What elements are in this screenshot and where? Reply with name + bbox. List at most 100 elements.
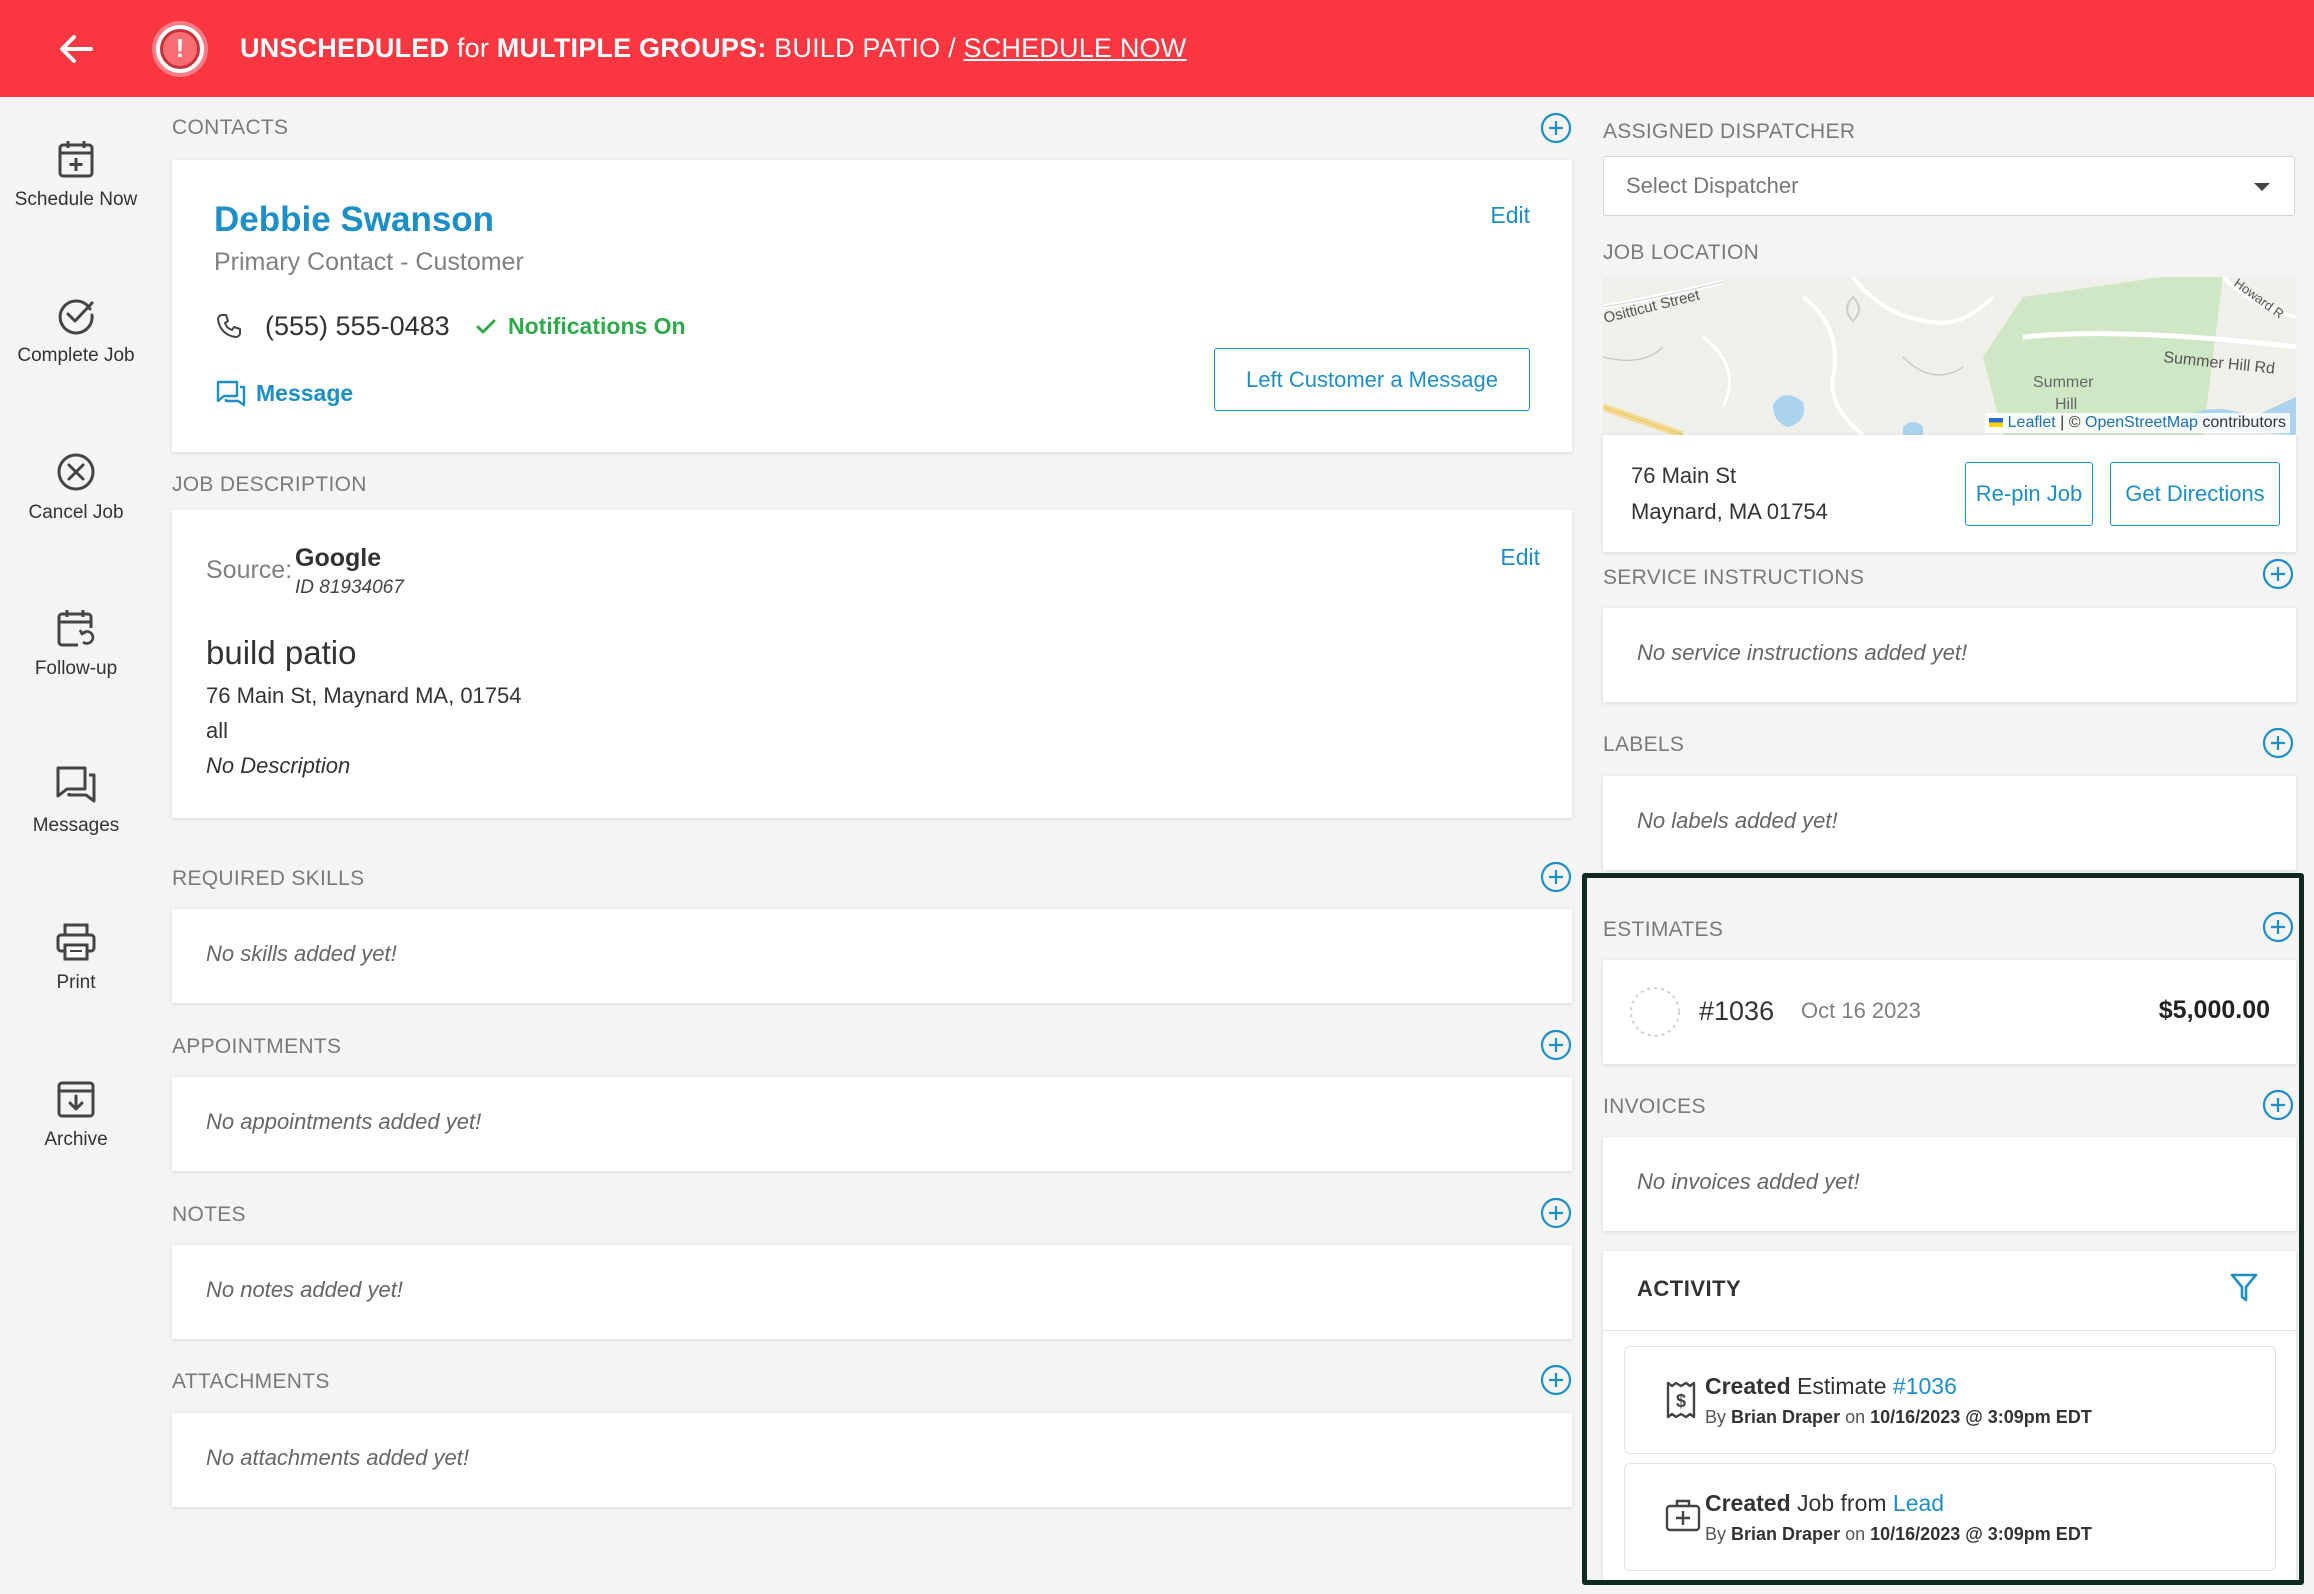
rail-label: Cancel Job xyxy=(28,502,124,523)
contact-phone[interactable]: (555) 555-0483 xyxy=(265,311,450,342)
message-icon[interactable] xyxy=(216,380,246,408)
estimate-date: Oct 16 2023 xyxy=(1801,998,1921,1023)
filter-icon[interactable] xyxy=(2230,1273,2258,1303)
archive-icon xyxy=(57,1081,95,1118)
banner-status: UNSCHEDULED xyxy=(240,33,450,63)
estimates-heading: ESTIMATES xyxy=(1603,918,1724,941)
printer-icon xyxy=(56,923,96,961)
invoices-empty-text: No invoices added yet! xyxy=(1637,1169,1860,1194)
leaflet-link[interactable]: Leaflet xyxy=(2008,414,2056,431)
add-estimate-plus-icon[interactable] xyxy=(2262,911,2294,943)
activity-heading: ACTIVITY xyxy=(1637,1276,1742,1301)
activity-item: Created Job from Lead By Brian Draper on… xyxy=(1624,1463,2276,1571)
contact-card: Debbie Swanson Primary Contact - Custome… xyxy=(172,160,1572,452)
invoices-heading: INVOICES xyxy=(1603,1095,1706,1118)
rail-archive[interactable]: Archive xyxy=(0,1079,152,1151)
appointments-heading: APPOINTMENTS xyxy=(172,1035,342,1058)
job-scope: all xyxy=(206,718,229,743)
banner-groups: MULTIPLE GROUPS xyxy=(496,33,758,63)
check-circle-icon xyxy=(58,299,94,335)
rail-label: Complete Job xyxy=(17,345,135,366)
caret-down-icon xyxy=(2254,183,2270,191)
ukraine-flag-icon xyxy=(1989,418,2004,428)
location-address-line1: 76 Main St xyxy=(1631,463,1737,488)
divider xyxy=(1603,1330,2296,1331)
edit-job-description-link[interactable]: Edit xyxy=(1500,544,1540,571)
notes-card: No notes added yet! xyxy=(172,1245,1572,1339)
appointments-card: No appointments added yet! xyxy=(172,1077,1572,1171)
svg-text:$: $ xyxy=(1676,1391,1686,1411)
required-skills-card: No skills added yet! xyxy=(172,909,1572,1003)
message-link[interactable]: Message xyxy=(256,380,353,407)
activity-meta: By Brian Draper on 10/16/2023 @ 3:09pm E… xyxy=(1705,1407,2092,1427)
activity-title: Created Estimate #1036 xyxy=(1705,1373,1957,1399)
activity-meta: By Brian Draper on 10/16/2023 @ 3:09pm E… xyxy=(1705,1524,2092,1544)
add-label-plus-icon[interactable] xyxy=(2262,727,2294,759)
map-tiles: Ositticut Street Summer Hill Rd Howard R… xyxy=(1603,277,2296,435)
contacts-heading: CONTACTS xyxy=(172,116,289,139)
x-circle-icon xyxy=(57,453,95,491)
rail-label: Print xyxy=(56,972,96,993)
service-instructions-empty-text: No service instructions added yet! xyxy=(1637,640,1968,665)
rail-label: Messages xyxy=(32,815,120,836)
rail-label: Schedule Now xyxy=(14,189,138,210)
location-map[interactable]: Ositticut Street Summer Hill Rd Howard R… xyxy=(1603,277,2296,435)
notifications-status: Notifications On xyxy=(508,313,686,339)
add-note-plus-icon[interactable] xyxy=(1540,1197,1572,1229)
back-button[interactable] xyxy=(46,19,106,79)
activity-lead-link[interactable]: Lead xyxy=(1893,1490,1944,1516)
add-contact-plus-icon[interactable] xyxy=(1540,112,1572,144)
service-instructions-heading: SERVICE INSTRUCTIONS xyxy=(1603,566,1865,589)
edit-contact-link[interactable]: Edit xyxy=(1490,202,1530,229)
repin-job-button[interactable]: Re-pin Job xyxy=(1965,462,2093,526)
activity-user: Brian Draper xyxy=(1731,1524,1841,1544)
rail-label: Follow-up xyxy=(34,658,118,679)
estimate-row[interactable]: #1036 Oct 16 2023 $5,000.00 xyxy=(1603,960,2296,1064)
banner-job-name: BUILD PATIO xyxy=(774,33,941,63)
briefcase-plus-icon xyxy=(1665,1499,1701,1532)
rail-schedule-now[interactable]: Schedule Now xyxy=(0,139,152,211)
notes-heading: NOTES xyxy=(172,1203,246,1226)
add-invoice-plus-icon[interactable] xyxy=(2262,1089,2294,1121)
rail-cancel-job[interactable]: Cancel Job xyxy=(0,452,152,524)
labels-heading: LABELS xyxy=(1603,733,1685,756)
job-description-card: Source: Google ID 81934067 Edit build pa… xyxy=(172,510,1572,818)
osm-link[interactable]: OpenStreetMap xyxy=(2085,414,2198,431)
job-address: 76 Main St, Maynard MA, 01754 xyxy=(206,683,522,708)
skills-empty-text: No skills added yet! xyxy=(206,941,397,966)
add-attachment-plus-icon[interactable] xyxy=(1540,1364,1572,1396)
activity-estimate-link[interactable]: #1036 xyxy=(1893,1373,1957,1399)
checkmark-icon xyxy=(476,319,496,334)
contact-role: Primary Contact - Customer xyxy=(214,248,524,276)
add-appointment-plus-icon[interactable] xyxy=(1540,1029,1572,1061)
location-card: 76 Main St Maynard, MA 01754 Re-pin Job … xyxy=(1603,435,2296,552)
attachments-empty-text: No attachments added yet! xyxy=(206,1445,469,1470)
rail-messages[interactable]: Messages xyxy=(0,765,152,837)
rail-print[interactable]: Print xyxy=(0,922,152,994)
appointments-empty-text: No appointments added yet! xyxy=(206,1109,482,1134)
dispatcher-select[interactable]: Select Dispatcher xyxy=(1603,156,2295,216)
attachments-card: No attachments added yet! xyxy=(172,1413,1572,1507)
labels-card: No labels added yet! xyxy=(1603,776,2296,870)
required-skills-heading: REQUIRED SKILLS xyxy=(172,867,365,890)
map-attribution: Leaflet | © OpenStreetMap contributors xyxy=(1985,413,2290,433)
job-description-heading: JOB DESCRIPTION xyxy=(172,473,367,496)
schedule-now-link[interactable]: SCHEDULE NOW xyxy=(964,33,1187,63)
contact-name-link[interactable]: Debbie Swanson xyxy=(214,200,494,240)
source-label: Source: xyxy=(206,556,293,584)
arrow-left-icon xyxy=(60,34,93,63)
calendar-plus-icon xyxy=(58,141,94,178)
activity-title: Created Job from Lead xyxy=(1705,1490,1945,1516)
map-place-label: Hill xyxy=(2055,396,2077,413)
add-skill-plus-icon[interactable] xyxy=(1540,861,1572,893)
estimate-status-ring-icon xyxy=(1630,987,1680,1037)
rail-complete-job[interactable]: Complete Job xyxy=(0,295,152,367)
rail-follow-up[interactable]: Follow-up xyxy=(0,608,152,680)
get-directions-button[interactable]: Get Directions xyxy=(2110,462,2280,526)
add-service-instruction-plus-icon[interactable] xyxy=(2262,558,2294,590)
attachments-heading: ATTACHMENTS xyxy=(172,1370,330,1393)
service-instructions-card: No service instructions added yet! xyxy=(1603,608,2296,702)
left-customer-message-button[interactable]: Left Customer a Message xyxy=(1214,348,1530,411)
estimate-number: #1036 xyxy=(1699,996,1775,1026)
activity-timestamp: 10/16/2023 @ 3:09pm EDT xyxy=(1870,1407,2092,1427)
